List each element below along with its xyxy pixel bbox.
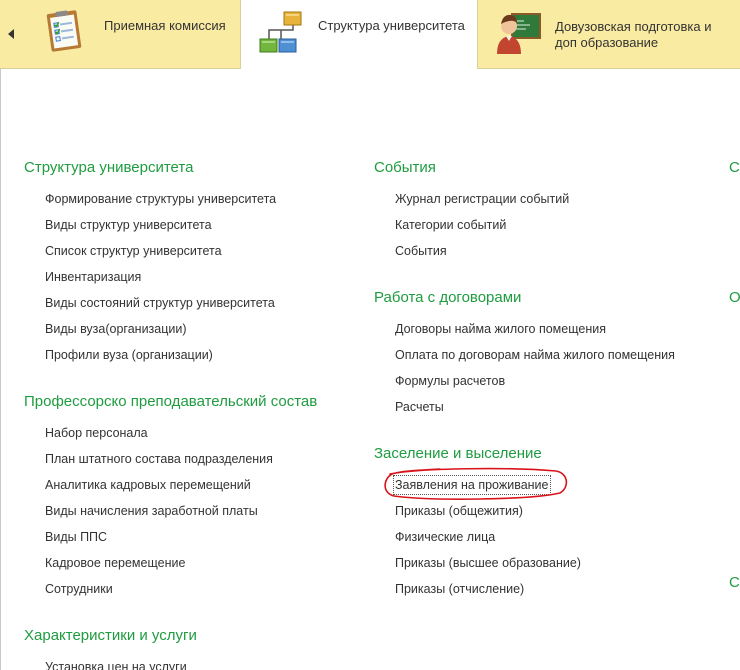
- link-calculations[interactable]: Расчеты: [395, 399, 444, 415]
- left-border: [0, 68, 1, 670]
- link-structure-types[interactable]: Виды структур университета: [45, 217, 212, 233]
- link-staffing-plan[interactable]: План штатного состава подразделения: [45, 451, 273, 467]
- group-title-cut-1: С: [729, 159, 740, 176]
- scroll-left-button[interactable]: [0, 0, 22, 68]
- link-staff-recruitment[interactable]: Набор персонала: [45, 425, 148, 441]
- link-pps-types[interactable]: Виды ППС: [45, 529, 107, 545]
- link-structure-state-types[interactable]: Виды состояний структур университета: [45, 295, 275, 311]
- link-calculation-formulas[interactable]: Формулы расчетов: [395, 373, 505, 389]
- link-structure-list[interactable]: Список структур университета: [45, 243, 222, 259]
- tab-admission-committee[interactable]: Приемная комиссия: [22, 0, 240, 68]
- link-salary-accrual-types[interactable]: Виды начисления заработной платы: [45, 503, 258, 519]
- group-title-events: События: [374, 159, 436, 176]
- group-title-characteristics-services: Характеристики и услуги: [24, 627, 197, 644]
- link-higher-education-orders[interactable]: Приказы (высшее образование): [395, 555, 581, 571]
- link-individuals[interactable]: Физические лица: [395, 529, 495, 545]
- link-personnel-movement-analytics[interactable]: Аналитика кадровых перемещений: [45, 477, 251, 493]
- link-service-prices[interactable]: Установка цен на услуги: [45, 659, 187, 670]
- link-expulsion-orders[interactable]: Приказы (отчисление): [395, 581, 524, 597]
- link-form-university-structure[interactable]: Формирование структуры университета: [45, 191, 276, 207]
- tab-pre-university-training[interactable]: Довузовская подготовка и доп образование: [478, 0, 740, 68]
- group-title-contracts: Работа с договорами: [374, 289, 522, 306]
- tab-label: Структура университета: [318, 18, 465, 33]
- group-title-check-in-out: Заселение и выселение: [374, 445, 542, 462]
- link-employees[interactable]: Сотрудники: [45, 581, 113, 597]
- arrow-left-icon: [8, 29, 14, 39]
- link-event-log[interactable]: Журнал регистрации событий: [395, 191, 569, 207]
- teacher-icon: [497, 13, 541, 54]
- tab-label: доп образование: [555, 35, 659, 50]
- link-university-profiles[interactable]: Профили вуза (организации): [45, 347, 213, 363]
- link-inventory[interactable]: Инвентаризация: [45, 269, 141, 285]
- red-highlight-ellipse: [384, 467, 568, 500]
- link-rental-payments[interactable]: Оплата по договорам найма жилого помещен…: [395, 347, 675, 363]
- link-rental-contracts[interactable]: Договоры найма жилого помещения: [395, 321, 606, 337]
- link-event-categories[interactable]: Категории событий: [395, 217, 506, 233]
- link-events[interactable]: События: [395, 243, 447, 259]
- link-personnel-movement[interactable]: Кадровое перемещение: [45, 555, 185, 571]
- tab-label: Приемная комиссия: [104, 18, 226, 33]
- sections-panel: Приемная комиссия Структура университета: [0, 0, 740, 69]
- tab-university-structure[interactable]: Структура университета: [240, 0, 478, 69]
- link-dormitory-orders[interactable]: Приказы (общежития): [395, 503, 523, 519]
- app-window: Приемная комиссия Структура университета: [0, 0, 740, 670]
- checklist-board-icon: [46, 10, 82, 52]
- group-title-cut-3: С: [729, 574, 740, 591]
- group-title-cut-2: О: [729, 289, 740, 306]
- group-title-university-structure: Структура университета: [24, 159, 194, 176]
- link-university-types[interactable]: Виды вуза(организации): [45, 321, 187, 337]
- org-structure-icon: [259, 11, 302, 53]
- group-title-teaching-staff: Профессорско преподавательский состав: [24, 393, 318, 410]
- tab-label: Довузовская подготовка и: [555, 19, 712, 34]
